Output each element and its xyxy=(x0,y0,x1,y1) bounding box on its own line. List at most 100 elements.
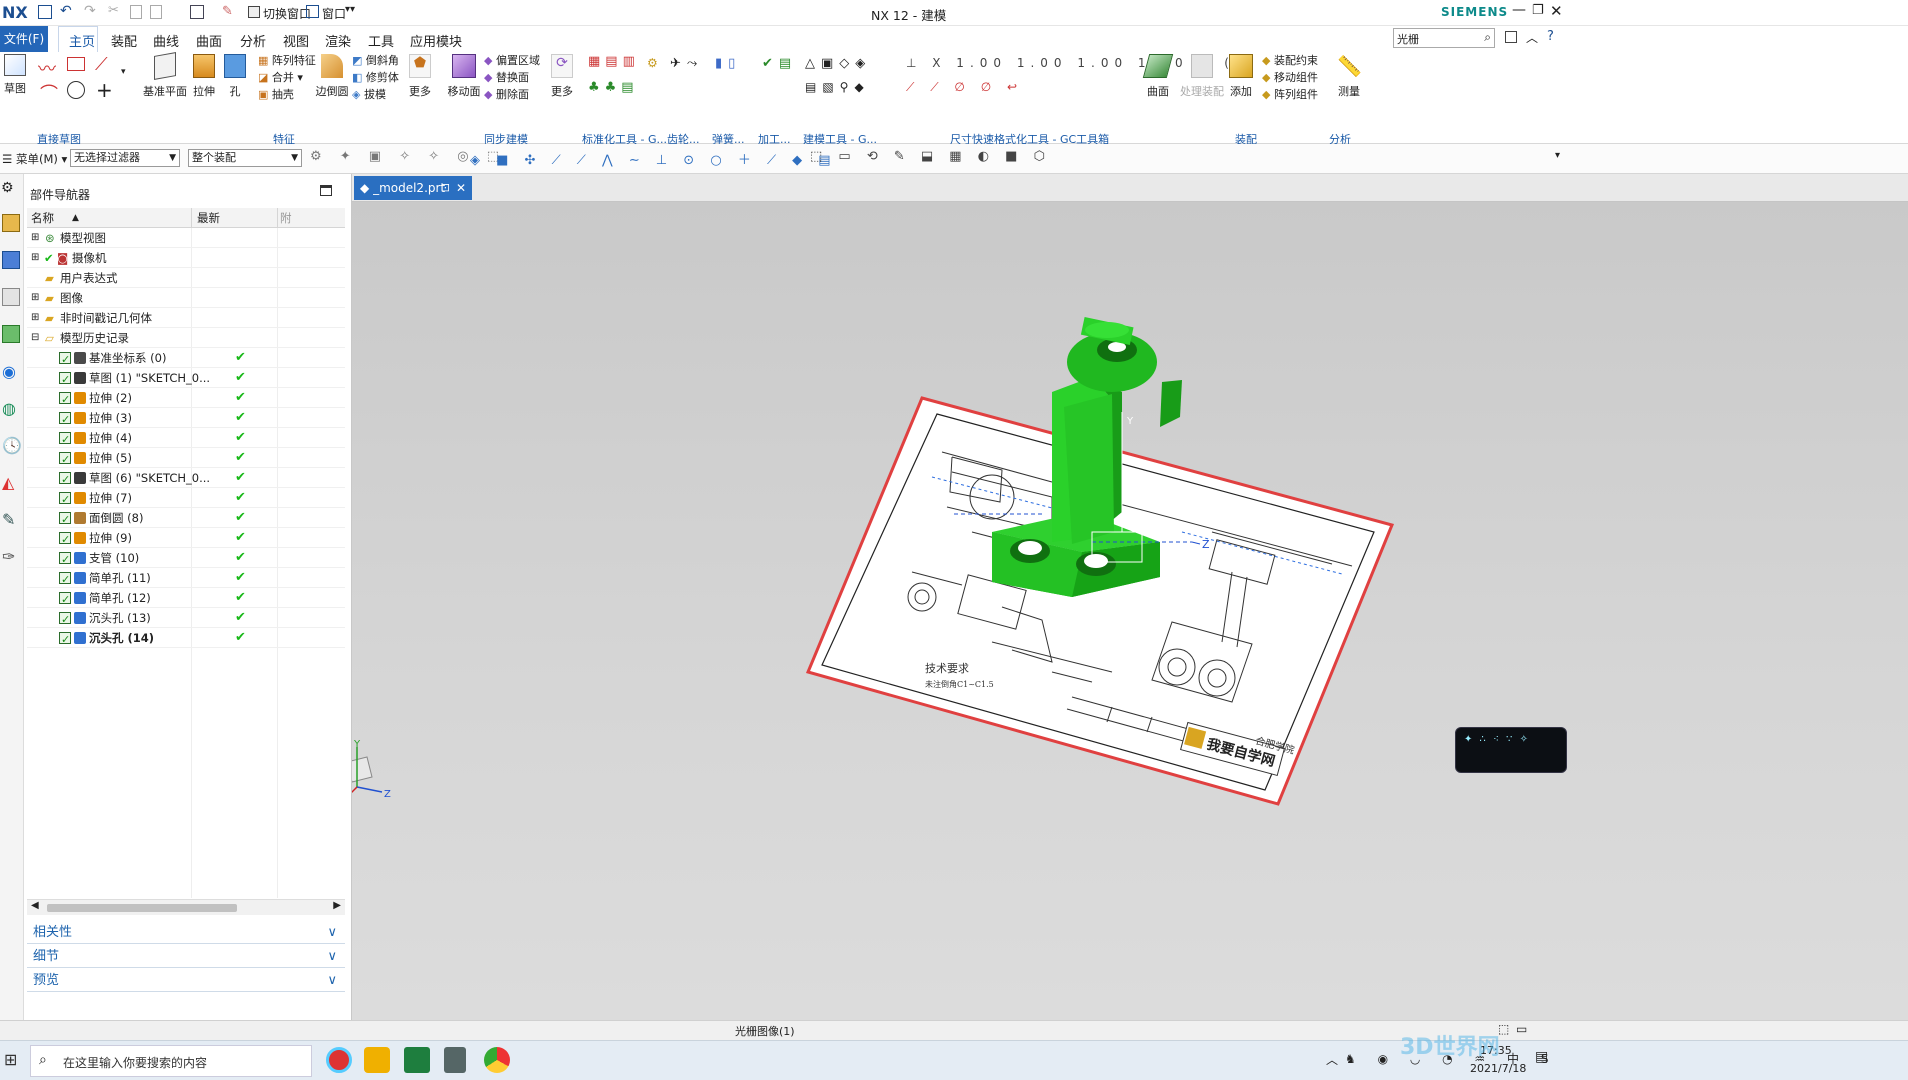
close-tab-icon[interactable]: ✕ xyxy=(456,176,466,200)
clock-icon[interactable]: 🕓 xyxy=(2,436,22,455)
gc-tools-icon[interactable]: ♣♣▤ xyxy=(588,80,639,95)
taskbar-app-excel-icon[interactable] xyxy=(404,1047,430,1073)
scroll-thumb[interactable] xyxy=(47,904,237,912)
feature-row[interactable]: 草图 (1) "SKETCH_0... ✔ xyxy=(27,368,345,390)
history-icon[interactable]: ◍ xyxy=(2,399,16,418)
part-navigator-icon[interactable] xyxy=(2,288,20,306)
window-menu-button[interactable]: 窗口 xyxy=(322,5,346,22)
column-extra[interactable]: 附 xyxy=(280,208,292,228)
draft-button[interactable]: ◈ 拔模 xyxy=(352,86,386,102)
palette-icon[interactable]: ◭ xyxy=(2,473,14,492)
save-icon[interactable] xyxy=(38,5,52,19)
tree-node-user-expressions[interactable]: ▰ 用户表达式 xyxy=(27,268,345,288)
constraint-navigator-icon[interactable] xyxy=(2,251,20,269)
feature-checkbox[interactable] xyxy=(59,510,71,530)
feature-row[interactable]: 拉伸 (5) ✔ xyxy=(27,448,345,470)
feature-row[interactable]: 支管 (10) ✔ xyxy=(27,548,345,570)
taskbar-app-calculator-icon[interactable] xyxy=(444,1047,466,1073)
gear-icon[interactable]: ⚙ xyxy=(1,180,14,196)
search-icon[interactable]: ⌕ xyxy=(1484,30,1491,45)
feature-row[interactable]: 沉头孔 (14) ✔ xyxy=(27,628,345,650)
scroll-left-icon[interactable]: ◀ xyxy=(31,900,39,911)
dependencies-panel[interactable]: 相关性 ∨ xyxy=(27,922,345,944)
feature-row[interactable]: 拉伸 (4) ✔ xyxy=(27,428,345,450)
feature-row[interactable]: 面倒圆 (8) ✔ xyxy=(27,508,345,530)
measure-button[interactable]: 📏 测量 xyxy=(1334,54,1364,99)
feature-checkbox[interactable] xyxy=(59,390,71,410)
feature-checkbox[interactable] xyxy=(59,430,71,450)
tab-render[interactable]: 渲染 xyxy=(325,31,351,50)
tree-node-non-timestamp[interactable]: ⊞ ▰ 非时间戳记几何体 xyxy=(27,308,345,328)
feature-row[interactable]: 沉头孔 (13) ✔ xyxy=(27,608,345,630)
tab-home[interactable]: 主页 xyxy=(69,31,95,50)
circle-icon[interactable] xyxy=(67,81,85,99)
feature-checkbox[interactable] xyxy=(59,410,71,430)
status-icon[interactable]: ⬚ xyxy=(1498,1022,1509,1036)
switch-window-button[interactable]: 切换窗口 xyxy=(263,5,311,22)
sort-ascending-icon[interactable]: ▲ xyxy=(72,208,79,228)
profile-icon[interactable]: 〰 xyxy=(38,55,56,81)
notification-icon[interactable]: ▤ xyxy=(1535,1049,1548,1065)
tab-assembly[interactable]: 装配 xyxy=(111,31,137,50)
modeling-tools-2-icon[interactable]: ▤▧⚲◆ xyxy=(805,80,870,94)
tray-chevron-icon[interactable]: ︿ xyxy=(1326,1051,1338,1068)
feature-checkbox[interactable] xyxy=(59,350,71,370)
restore-icon[interactable]: ❐ xyxy=(1532,3,1544,18)
arc-icon[interactable]: ⌒ xyxy=(40,80,58,106)
system-scene-icon[interactable]: ✑ xyxy=(2,547,15,566)
view-tools-icon[interactable]: ⬚ ▭ ⟲ ✎ ⬓ ▦ ◐ ■ ⬡ xyxy=(810,149,1051,164)
graphics-window[interactable]: 技术要求 未注倒角C1~C1.5 我要自学网 合肥学院 Z Y Y Z ✦ ∴ … xyxy=(342,202,1908,1020)
gear-tools-icon[interactable]: ✈⤳ xyxy=(670,56,703,71)
assembly-navigator-icon[interactable] xyxy=(2,214,20,232)
type-filter-select[interactable]: 无选择过滤器 ▼ xyxy=(70,149,180,167)
tab-applications[interactable]: 应用模块 xyxy=(410,31,462,50)
feature-checkbox[interactable] xyxy=(59,470,71,490)
column-latest[interactable]: 最新 xyxy=(197,208,220,228)
status-window-icon[interactable]: ▭ xyxy=(1516,1022,1527,1036)
line-icon[interactable]: ⟋ xyxy=(95,54,108,75)
feature-more-button[interactable]: ⬟ 更多 xyxy=(405,54,435,99)
feature-checkbox[interactable] xyxy=(59,570,71,590)
add-component-button[interactable]: 添加 xyxy=(1228,54,1254,99)
unite-button[interactable]: ◪ 合并 ▾ xyxy=(258,69,303,85)
tab-curve[interactable]: 曲线 xyxy=(153,31,179,50)
offset-region-button[interactable]: ◆ 偏置区域 xyxy=(484,52,540,68)
standard-parts-icon[interactable]: ▦▤▥ xyxy=(588,54,640,69)
modeling-tools-icon[interactable]: △▣◇◈ xyxy=(805,56,871,71)
maximize-panel-icon[interactable] xyxy=(320,185,332,196)
menu-button[interactable]: ☰ 菜单(M) ▾ xyxy=(2,151,67,167)
roles-icon[interactable]: ✎ xyxy=(2,510,15,529)
taskbar-search-input[interactable]: ⌕ 在这里输入你要搜索的内容 xyxy=(30,1045,312,1077)
feature-checkbox[interactable] xyxy=(59,490,71,510)
floating-widget[interactable]: ✦ ∴ ⁖ ∵ ✧ xyxy=(1455,727,1567,773)
point-icon[interactable]: + xyxy=(96,78,113,102)
taskbar-app-nx-icon[interactable] xyxy=(364,1047,390,1073)
extrude-button[interactable]: 拉伸 xyxy=(190,54,218,99)
copy-icon[interactable] xyxy=(130,5,142,19)
tree-node-images[interactable]: ⊞ ▰ 图像 xyxy=(27,288,345,308)
feature-row[interactable]: 拉伸 (2) ✔ xyxy=(27,388,345,410)
feature-row[interactable]: 拉伸 (9) ✔ xyxy=(27,528,345,550)
trim-body-button[interactable]: ◧ 修剪体 xyxy=(352,69,399,85)
feature-checkbox[interactable] xyxy=(59,530,71,550)
sketch-button[interactable]: 草图 xyxy=(2,54,28,96)
tab-view[interactable]: 视图 xyxy=(283,31,309,50)
feature-checkbox[interactable] xyxy=(59,370,71,390)
reuse-library-icon[interactable] xyxy=(2,325,20,343)
machining-icon[interactable]: ✔▤ xyxy=(762,56,797,71)
tab-surface[interactable]: 曲面 xyxy=(196,31,222,50)
tab-model2[interactable]: ◆ _model2.prt ⊡ ✕ xyxy=(354,176,472,200)
hole-button[interactable]: 孔 xyxy=(222,54,248,99)
minimize-icon[interactable]: — xyxy=(1512,2,1526,18)
paste-icon[interactable] xyxy=(150,5,162,19)
web-browser-icon[interactable]: ◉ xyxy=(2,362,16,381)
cut-icon[interactable]: ✂ xyxy=(108,3,119,18)
feature-row[interactable]: 拉伸 (7) ✔ xyxy=(27,488,345,510)
chamfer-button[interactable]: ◩ 倒斜角 xyxy=(352,52,399,68)
assembly-load-button[interactable]: 处理装配 xyxy=(1180,54,1224,99)
undo-icon[interactable]: ↶ xyxy=(60,3,72,19)
feature-row[interactable]: 基准坐标系 (0) ✔ xyxy=(27,348,345,370)
feature-row[interactable]: 简单孔 (11) ✔ xyxy=(27,568,345,590)
spring-icon[interactable]: ▮▯ xyxy=(715,56,741,71)
gear-icon[interactable]: ⚙ xyxy=(647,56,658,70)
